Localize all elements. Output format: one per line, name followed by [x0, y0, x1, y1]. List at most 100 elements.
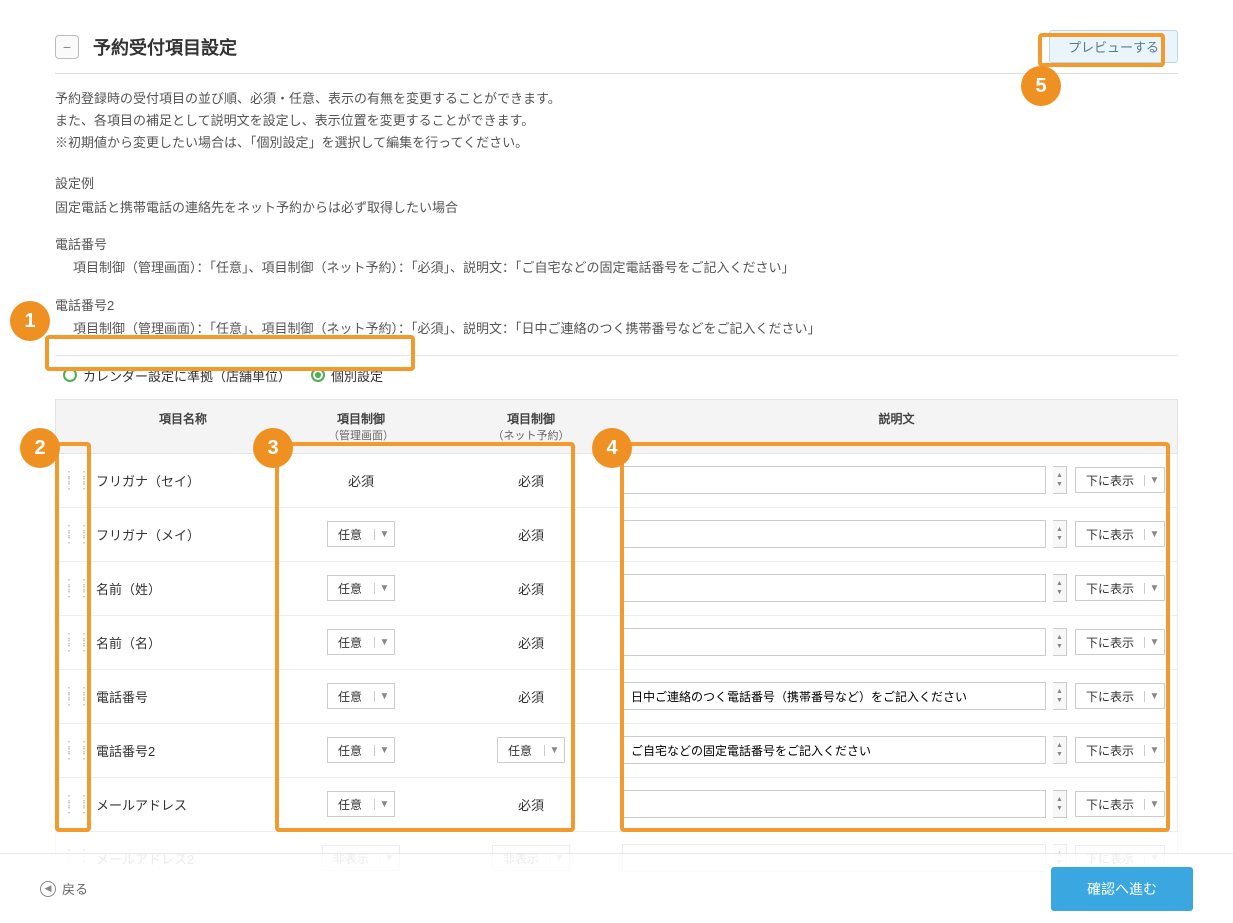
- example-block: 設定例 固定電話と携帯電話の連絡先をネット予約からは必ず取得したい場合: [55, 172, 1178, 219]
- chevron-down-icon: ▼: [374, 529, 394, 540]
- example-subtitle: 固定電話と携帯電話の連絡先をネット予約からは必ず取得したい場合: [55, 196, 1178, 219]
- position-select[interactable]: 下に表示▼: [1075, 521, 1165, 547]
- description-input[interactable]: [622, 574, 1046, 602]
- callout-4: 4: [592, 428, 632, 468]
- drag-handle-icon[interactable]: ⋮⋮⋮⋮: [62, 797, 80, 811]
- chevron-down-icon: ▼: [1144, 475, 1164, 486]
- table-row: ⋮⋮⋮⋮電話番号2任意▼任意▼▲▼下に表示▼: [55, 724, 1178, 778]
- ctrl-admin-select[interactable]: 任意▼: [327, 737, 395, 763]
- select-value: 任意: [328, 742, 374, 759]
- example-phone1-body: 項目制御（管理画面）：「任意」、項目制御（ネット予約）：「必須」、説明文：「ご自…: [55, 256, 1178, 279]
- table-row: ⋮⋮⋮⋮電話番号任意▼必須▲▼下に表示▼: [55, 670, 1178, 724]
- ctrl-net-text: 必須: [452, 579, 610, 598]
- radio-circle-icon: [63, 368, 77, 382]
- radio-label: 個別設定: [331, 366, 383, 385]
- position-select[interactable]: 下に表示▼: [1075, 629, 1165, 655]
- drag-handle-icon[interactable]: ⋮⋮⋮⋮: [62, 689, 80, 703]
- example-phone2-title: 電話番号2: [55, 294, 1178, 317]
- ctrl-net-text: 必須: [452, 525, 610, 544]
- item-name: 電話番号2: [96, 744, 155, 759]
- spinner-icon[interactable]: ▲▼: [1053, 466, 1067, 494]
- ctrl-net-text: 必須: [452, 795, 610, 814]
- collapse-button[interactable]: −: [55, 35, 79, 59]
- drag-handle-icon[interactable]: ⋮⋮⋮⋮: [62, 581, 80, 595]
- ctrl-net-select[interactable]: 任意▼: [497, 737, 565, 763]
- chevron-down-icon: ▼: [374, 745, 394, 756]
- back-button[interactable]: ◀ 戻る: [40, 879, 88, 898]
- table-row: ⋮⋮⋮⋮名前（姓）任意▼必須▲▼下に表示▼: [55, 562, 1178, 616]
- radio-individual[interactable]: 個別設定: [311, 366, 383, 385]
- spinner-icon[interactable]: ▲▼: [1053, 628, 1067, 656]
- ctrl-admin-select[interactable]: 任意▼: [327, 629, 395, 655]
- radio-label: カレンダー設定に準拠（店舗単位）: [83, 366, 291, 385]
- chevron-down-icon: ▼: [374, 583, 394, 594]
- position-select[interactable]: 下に表示▼: [1075, 737, 1165, 763]
- select-value: 任意: [328, 580, 374, 597]
- preview-button[interactable]: プレビューする: [1049, 30, 1178, 63]
- settings-table: 項目名称 項目制御 （管理画面） 項目制御 （ネット予約） 説明文 ⋮⋮⋮⋮ フリ…: [55, 399, 1178, 886]
- select-value: 下に表示: [1076, 526, 1144, 543]
- ctrl-net-text: 必須: [452, 471, 610, 490]
- example-phone2-body: 項目制御（管理画面）：「任意」、項目制御（ネット予約）：「必須」、説明文：「日中…: [55, 317, 1178, 340]
- spinner-icon[interactable]: ▲▼: [1053, 790, 1067, 818]
- drag-handle-icon[interactable]: ⋮⋮⋮⋮: [62, 635, 80, 649]
- description-input[interactable]: [622, 628, 1046, 656]
- chevron-down-icon: ▼: [1144, 583, 1164, 594]
- ctrl-admin-select[interactable]: 任意▼: [327, 521, 395, 547]
- ctrl-net-text: 必須: [452, 633, 610, 652]
- th-ctrl-admin: 項目制御 （管理画面）: [276, 400, 446, 453]
- select-value: 任意: [328, 796, 374, 813]
- item-name: 名前（名）: [96, 636, 161, 651]
- description-input[interactable]: [622, 736, 1046, 764]
- position-select[interactable]: 下に表示▼: [1075, 467, 1165, 493]
- drag-handle-icon[interactable]: ⋮⋮⋮⋮: [62, 527, 80, 541]
- th-desc: 説明文: [616, 400, 1177, 453]
- ctrl-net-text: 必須: [452, 687, 610, 706]
- select-value: 下に表示: [1076, 580, 1144, 597]
- description-input[interactable]: [622, 682, 1046, 710]
- chevron-down-icon: ▼: [1144, 799, 1164, 810]
- description-input[interactable]: [622, 520, 1046, 548]
- th-name: 項目名称: [86, 400, 276, 453]
- example-phone1-title: 電話番号: [55, 233, 1178, 256]
- select-value: 下に表示: [1076, 472, 1144, 489]
- select-value: 任意: [498, 742, 544, 759]
- drag-handle-icon[interactable]: ⋮⋮⋮⋮: [62, 743, 80, 757]
- radio-calendar-based[interactable]: カレンダー設定に準拠（店舗単位）: [63, 366, 291, 385]
- position-select[interactable]: 下に表示▼: [1075, 575, 1165, 601]
- select-value: 任意: [328, 526, 374, 543]
- description-input[interactable]: [622, 790, 1046, 818]
- table-row: ⋮⋮⋮⋮メールアドレス任意▼必須▲▼下に表示▼: [55, 778, 1178, 832]
- spinner-icon[interactable]: ▲▼: [1053, 682, 1067, 710]
- position-select[interactable]: 下に表示▼: [1075, 683, 1165, 709]
- confirm-button[interactable]: 確認へ進む: [1051, 867, 1193, 911]
- chevron-down-icon: ▼: [1144, 637, 1164, 648]
- ctrl-admin-select[interactable]: 任意▼: [327, 683, 395, 709]
- description-block: 予約登録時の受付項目の並び順、必須・任意、表示の有無を変更することができます。 …: [55, 88, 1178, 154]
- callout-5: 5: [1021, 66, 1061, 106]
- callout-1: 1: [10, 301, 50, 341]
- select-value: 下に表示: [1076, 796, 1144, 813]
- chevron-down-icon: ▼: [374, 691, 394, 702]
- ctrl-admin-select[interactable]: 任意▼: [327, 575, 395, 601]
- item-name: フリガナ（セイ）: [96, 474, 200, 489]
- description-line: ※初期値から変更したい場合は、「個別設定」を選択して編集を行ってください。: [55, 132, 1178, 154]
- page-title: 予約受付項目設定: [93, 34, 1049, 60]
- drag-handle-icon[interactable]: ⋮⋮⋮⋮: [62, 473, 80, 487]
- select-value: 任意: [328, 634, 374, 651]
- select-value: 下に表示: [1076, 688, 1144, 705]
- description-input[interactable]: [622, 466, 1046, 494]
- description-line: また、各項目の補足として説明文を設定し、表示位置を変更することができます。: [55, 110, 1178, 132]
- ctrl-admin-select[interactable]: 任意▼: [327, 791, 395, 817]
- example-phone2: 電話番号2 項目制御（管理画面）：「任意」、項目制御（ネット予約）：「必須」、説…: [55, 294, 1178, 341]
- table-row: ⋮⋮⋮⋮名前（名）任意▼必須▲▼下に表示▼: [55, 616, 1178, 670]
- item-name: 電話番号: [96, 690, 148, 705]
- th-ctrl-net: 項目制御 （ネット予約）: [446, 400, 616, 453]
- item-name: フリガナ（メイ）: [96, 528, 200, 543]
- position-select[interactable]: 下に表示▼: [1075, 791, 1165, 817]
- ctrl-admin-text: 必須: [282, 471, 440, 490]
- spinner-icon[interactable]: ▲▼: [1053, 574, 1067, 602]
- radio-circle-icon: [311, 368, 325, 382]
- spinner-icon[interactable]: ▲▼: [1053, 736, 1067, 764]
- spinner-icon[interactable]: ▲▼: [1053, 520, 1067, 548]
